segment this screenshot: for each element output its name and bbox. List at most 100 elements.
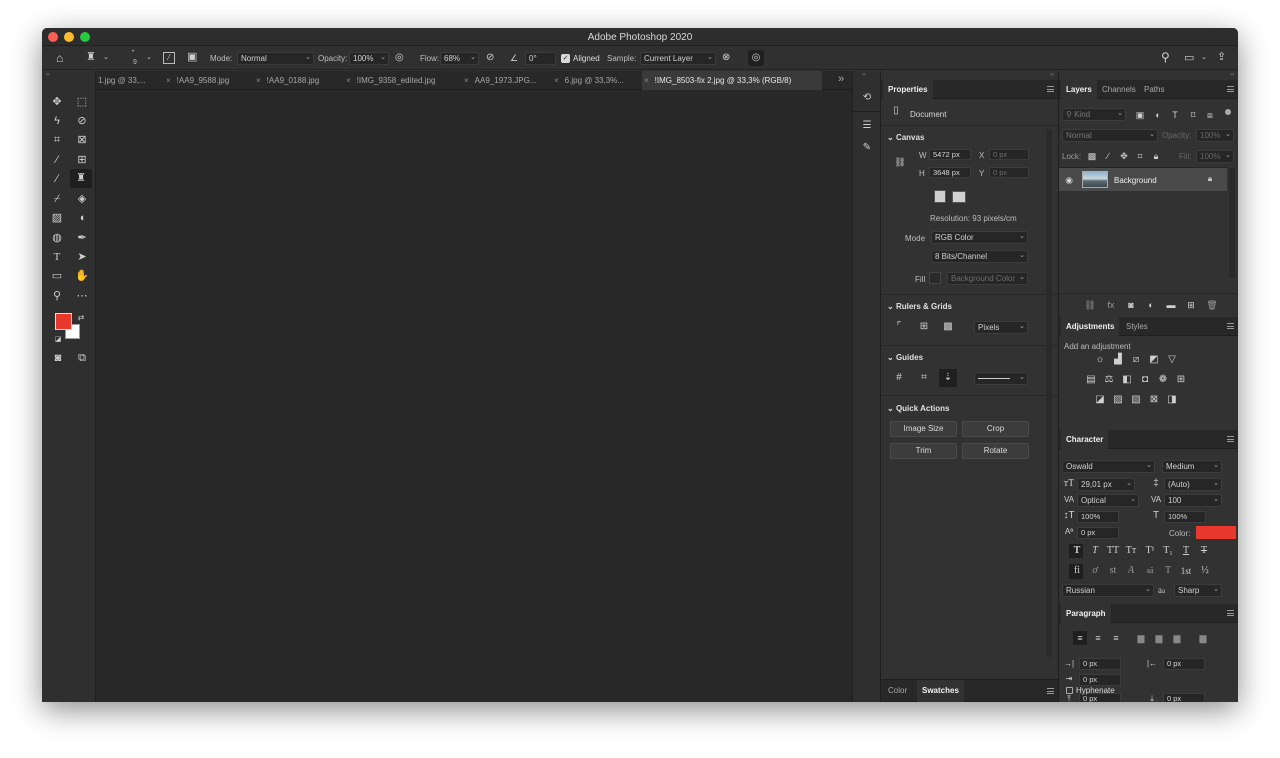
- smart-guides-icon[interactable]: ⇣: [939, 369, 957, 387]
- canvas-area[interactable]: [96, 90, 852, 702]
- tab-3[interactable]: × !AA9_0188.jpg: [254, 71, 344, 90]
- layer-style-icon[interactable]: fx: [1104, 299, 1118, 311]
- tab-styles[interactable]: Styles: [1121, 317, 1153, 336]
- hand-tool-icon[interactable]: ✋: [74, 269, 90, 283]
- panel-menu-icon[interactable]: [1047, 86, 1054, 92]
- aligned-checkbox[interactable]: ✓: [561, 54, 570, 63]
- ruler-icon[interactable]: ⌜: [892, 321, 906, 333]
- angle-input[interactable]: 0°: [525, 52, 556, 65]
- crop-tool-icon[interactable]: ⌗: [49, 133, 65, 147]
- filter-adjustment-icon[interactable]: ◐: [1151, 109, 1165, 121]
- baseline-shift-input[interactable]: 0 px: [1077, 527, 1119, 539]
- canvas-section-header[interactable]: ⌄ Canvas: [887, 133, 924, 142]
- tracking-input[interactable]: 100 ⌄: [1164, 494, 1222, 507]
- layer-row-background[interactable]: ◉ Background 🔒︎: [1059, 168, 1227, 191]
- close-tab-icon[interactable]: ×: [166, 76, 171, 85]
- close-tab-icon[interactable]: ×: [256, 76, 261, 85]
- ligatures-icon[interactable]: fi: [1070, 565, 1084, 577]
- collapse-panel-icon[interactable]: ››: [1050, 72, 1054, 78]
- foreground-color-swatch[interactable]: [55, 313, 72, 330]
- text-color-swatch[interactable]: [1196, 526, 1236, 539]
- all-caps-icon[interactable]: TT: [1106, 545, 1120, 557]
- dodge-tool-icon[interactable]: ◍: [49, 231, 65, 245]
- brightness-contrast-icon[interactable]: ☼: [1093, 354, 1107, 366]
- height-input[interactable]: 3648 px: [929, 167, 971, 178]
- quick-mask-icon[interactable]: ◙: [50, 351, 66, 365]
- guides-icon[interactable]: #: [892, 372, 906, 384]
- clone-source-icon[interactable]: ▣: [187, 51, 197, 63]
- type-tool-icon[interactable]: T: [49, 250, 65, 264]
- underline-icon[interactable]: T: [1179, 545, 1193, 557]
- color-lookup-icon[interactable]: ⊞: [1174, 374, 1188, 386]
- small-caps-icon[interactable]: Tт: [1124, 545, 1138, 557]
- faux-bold-icon[interactable]: T: [1070, 545, 1084, 557]
- path-selection-tool-icon[interactable]: ➤: [74, 250, 90, 264]
- color-mode-select[interactable]: RGB Color ⌄: [931, 231, 1028, 244]
- align-right-icon[interactable]: ≡: [1109, 632, 1123, 644]
- ignore-adjustment-layers-icon[interactable]: ⊗: [722, 52, 730, 64]
- hue-saturation-icon[interactable]: ▤: [1084, 374, 1098, 386]
- x-input[interactable]: 0 px: [989, 149, 1029, 160]
- guide-style-select[interactable]: ⌄: [974, 372, 1028, 385]
- font-family-select[interactable]: Oswald ⌄: [1062, 460, 1155, 473]
- pressure-opacity-icon[interactable]: ◎: [395, 52, 404, 64]
- lock-transparent-icon[interactable]: ▩: [1085, 150, 1099, 162]
- share-icon[interactable]: ⇪: [1217, 51, 1226, 63]
- filter-smart-icon[interactable]: ⧈: [1203, 109, 1217, 121]
- move-tool-icon[interactable]: ✥: [49, 95, 65, 109]
- levels-icon[interactable]: ▟: [1111, 354, 1125, 366]
- indent-right-input[interactable]: 0 px: [1163, 658, 1205, 670]
- tab-6[interactable]: × 6.jpg @ 33,3%...: [552, 71, 642, 90]
- fill-swatch[interactable]: [929, 272, 941, 284]
- tab-2[interactable]: × !AA9_9588.jpg: [164, 71, 254, 90]
- close-tab-icon[interactable]: ×: [644, 76, 649, 85]
- language-select[interactable]: Russian ⌄: [1062, 584, 1154, 597]
- leading-input[interactable]: (Auto) ⌄: [1164, 478, 1222, 491]
- contextual-alternates-icon[interactable]: st: [1106, 565, 1120, 577]
- brush-settings-panel-icon[interactable]: ✎: [860, 142, 874, 154]
- lock-position-icon[interactable]: ✥: [1117, 150, 1131, 162]
- tab-paths[interactable]: Paths: [1139, 80, 1169, 99]
- guides-section-header[interactable]: ⌄ Guides: [887, 353, 923, 362]
- discretionary-ligatures-icon[interactable]: ơ: [1088, 565, 1102, 577]
- history-brush-tool-icon[interactable]: ⌿: [49, 192, 65, 206]
- frame-tool-icon[interactable]: ⊠: [74, 133, 90, 147]
- more-tabs-icon[interactable]: »: [838, 73, 844, 85]
- workspace-chevron-icon[interactable]: ⌄: [1201, 52, 1207, 64]
- trim-button[interactable]: Trim: [890, 443, 957, 459]
- healing-brush-tool-icon[interactable]: ⊞: [74, 153, 90, 167]
- tab-channels[interactable]: Channels: [1097, 80, 1141, 99]
- width-input[interactable]: 5472 px: [929, 149, 971, 160]
- rulers-section-header[interactable]: ⌄ Rulers & Grids: [887, 302, 952, 311]
- swap-colors-icon[interactable]: ⇄: [76, 311, 86, 325]
- faux-italic-icon[interactable]: T: [1088, 545, 1102, 557]
- tab-7-active[interactable]: × !IMG_8503-fix 2.jpg @ 33,3% (RGB/8): [642, 71, 822, 90]
- collapse-tools-icon[interactable]: ‹‹: [46, 72, 50, 78]
- link-icon[interactable]: ⛓: [893, 156, 907, 168]
- grid-icon[interactable]: ⊞: [917, 321, 931, 333]
- quick-selection-tool-icon[interactable]: ⊘: [74, 114, 90, 128]
- tab-swatches[interactable]: Swatches: [917, 680, 964, 702]
- filter-type-icon[interactable]: T: [1168, 109, 1182, 121]
- collapse-strip-icon[interactable]: ‹‹: [862, 72, 866, 78]
- justify-all-icon[interactable]: ▆: [1196, 632, 1210, 644]
- panel-menu-icon[interactable]: [1227, 86, 1234, 92]
- brush-picker-chevron-icon[interactable]: ⌄: [146, 52, 152, 64]
- tool-preset-chevron-icon[interactable]: ⌄: [103, 52, 109, 64]
- lock-all-icon[interactable]: 🔒︎: [1149, 150, 1163, 162]
- delete-layer-icon[interactable]: 🗑︎: [1205, 299, 1219, 311]
- swash-icon[interactable]: A: [1124, 565, 1138, 577]
- justify-left-icon[interactable]: ▆: [1134, 632, 1148, 644]
- ruler-units-select[interactable]: Pixels ⌄: [974, 321, 1028, 334]
- search-icon[interactable]: ⚲: [1161, 51, 1170, 63]
- ordinals-icon[interactable]: 1st: [1179, 565, 1193, 577]
- portrait-orientation-icon[interactable]: [934, 190, 946, 203]
- exposure-icon[interactable]: ◩: [1147, 354, 1161, 366]
- link-layers-icon[interactable]: ⛓: [1083, 299, 1097, 311]
- rectangle-tool-icon[interactable]: ▭: [49, 269, 65, 283]
- titling-icon[interactable]: T: [1161, 565, 1175, 577]
- curves-icon[interactable]: ⧄: [1129, 354, 1143, 366]
- selective-color-icon[interactable]: ◨: [1165, 394, 1179, 406]
- tab-color[interactable]: Color: [883, 680, 912, 702]
- indent-first-line-input[interactable]: 0 px: [1079, 674, 1121, 686]
